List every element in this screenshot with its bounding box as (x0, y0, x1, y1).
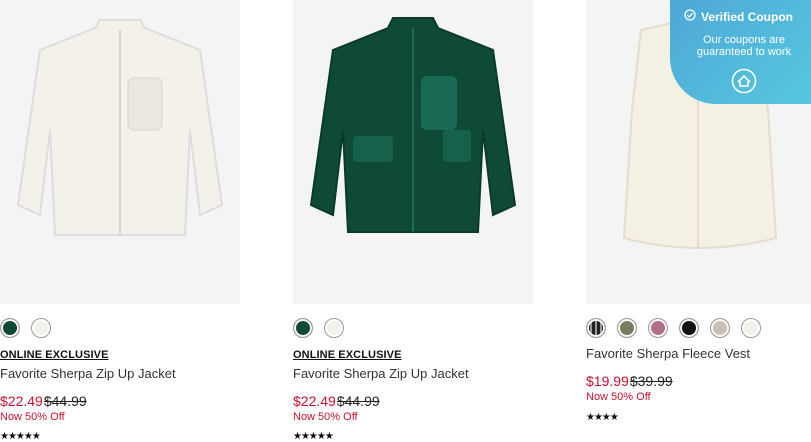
product-name[interactable]: Favorite Sherpa Zip Up Jacket (0, 366, 176, 381)
product-name[interactable]: Favorite Sherpa Zip Up Jacket (293, 366, 469, 381)
product-card-1[interactable]: ONLINE EXCLUSIVE Favorite Sherpa Zip Up … (0, 0, 240, 442)
original-price: $44.99 (336, 393, 380, 409)
promo-text: Now 50% Off (293, 411, 358, 423)
online-exclusive-label[interactable]: ONLINE EXCLUSIVE (293, 349, 402, 361)
color-swatches (586, 318, 761, 338)
verified-coupon-badge[interactable]: Verified Coupon Our coupons are guarante… (670, 0, 811, 104)
color-swatch[interactable] (710, 318, 730, 338)
color-swatch[interactable] (293, 318, 313, 338)
product-image[interactable] (0, 0, 240, 304)
coupon-title: Verified Coupon (701, 9, 794, 24)
product-image[interactable] (293, 0, 533, 304)
sale-price: $22.49 (293, 393, 336, 409)
color-swatch[interactable] (741, 318, 761, 338)
product-card-2[interactable]: ONLINE EXCLUSIVE Favorite Sherpa Zip Up … (293, 0, 533, 442)
color-swatch[interactable] (586, 318, 606, 338)
price-row: $19.99$39.99 (586, 373, 673, 389)
promo-text: Now 50% Off (0, 411, 65, 423)
color-swatch[interactable] (617, 318, 637, 338)
rating-stars: ★★★★★ (293, 431, 334, 442)
sale-price: $22.49 (0, 393, 43, 409)
color-swatch[interactable] (679, 318, 699, 338)
product-name[interactable]: Favorite Sherpa Fleece Vest (586, 346, 750, 361)
price-row: $22.49$44.99 (0, 393, 87, 409)
original-price: $44.99 (43, 393, 87, 409)
color-swatch[interactable] (648, 318, 668, 338)
color-swatch[interactable] (324, 318, 344, 338)
color-swatches (0, 318, 51, 338)
sale-price: $19.99 (586, 373, 629, 389)
coupon-logo-icon[interactable] (731, 68, 757, 99)
color-swatch[interactable] (31, 318, 51, 338)
price-row: $22.49$44.99 (293, 393, 380, 409)
coupon-title-row: Verified Coupon (684, 9, 793, 24)
color-swatch[interactable] (0, 318, 20, 338)
rating-stars: ★★★★★ (0, 431, 41, 442)
rating-stars: ★★★★ (586, 412, 619, 423)
original-price: $39.99 (629, 373, 673, 389)
coupon-subtitle: Our coupons are guaranteed to work (696, 34, 792, 58)
promo-text: Now 50% Off (586, 391, 651, 403)
check-circle-icon (684, 9, 696, 24)
color-swatches (293, 318, 344, 338)
online-exclusive-label[interactable]: ONLINE EXCLUSIVE (0, 349, 109, 361)
